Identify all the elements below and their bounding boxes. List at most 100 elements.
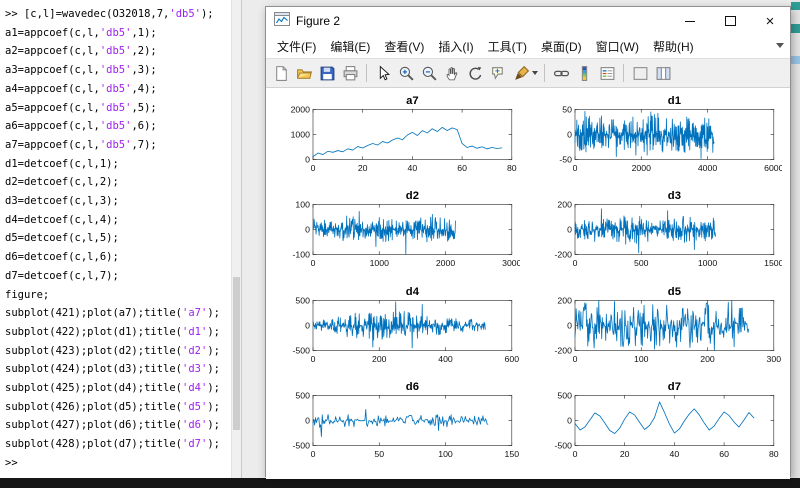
svg-text:80: 80 xyxy=(769,449,779,459)
menu-file[interactable]: 文件(F) xyxy=(270,38,323,55)
svg-text:0: 0 xyxy=(573,353,578,363)
save-figure-icon[interactable] xyxy=(317,62,337,84)
minimize-button[interactable] xyxy=(670,7,710,35)
svg-text:0: 0 xyxy=(305,155,310,165)
svg-text:d1: d1 xyxy=(668,95,681,107)
svg-text:150: 150 xyxy=(505,449,520,459)
svg-text:0: 0 xyxy=(311,258,316,268)
subplot-d1[interactable]: d1-500500200040006000 xyxy=(534,94,782,189)
svg-text:0: 0 xyxy=(305,225,310,235)
menu-insert[interactable]: 插入(I) xyxy=(431,38,480,55)
svg-text:2000: 2000 xyxy=(436,258,455,268)
menubar-dock-icon[interactable] xyxy=(776,43,784,48)
svg-text:-50: -50 xyxy=(559,155,572,165)
svg-text:20: 20 xyxy=(620,449,630,459)
figure-app-icon xyxy=(274,12,290,31)
figure-title: Figure 2 xyxy=(296,14,340,28)
svg-text:-500: -500 xyxy=(293,345,311,355)
subplot-d2[interactable]: d2-10001000100020003000 xyxy=(272,189,520,284)
taskbar xyxy=(0,478,800,488)
matlab-desktop: >> [c,l]=wavedec(O32018,7,'db5');a1=appc… xyxy=(0,0,800,488)
svg-text:1500: 1500 xyxy=(764,258,782,268)
svg-text:d4: d4 xyxy=(406,286,420,298)
svg-text:d3: d3 xyxy=(668,191,681,203)
svg-text:500: 500 xyxy=(557,390,572,400)
subplot-d4[interactable]: d4-50005000200400600 xyxy=(272,285,520,380)
menu-desktop[interactable]: 桌面(D) xyxy=(534,38,589,55)
svg-text:200: 200 xyxy=(372,353,387,363)
menu-window[interactable]: 窗口(W) xyxy=(589,38,646,55)
brush-dropdown-icon[interactable] xyxy=(532,71,538,75)
svg-text:400: 400 xyxy=(438,353,453,363)
svg-text:500: 500 xyxy=(295,295,310,305)
new-figure-icon[interactable] xyxy=(271,62,291,84)
rotate-3d-icon[interactable] xyxy=(465,62,485,84)
svg-text:200: 200 xyxy=(700,353,715,363)
brush-icon[interactable] xyxy=(511,62,531,84)
edit-plot-icon[interactable] xyxy=(373,62,393,84)
zoom-out-icon[interactable] xyxy=(419,62,439,84)
svg-text:a7: a7 xyxy=(406,95,419,107)
svg-text:0: 0 xyxy=(311,163,316,173)
show-plot-tools-icon[interactable] xyxy=(653,62,673,84)
hide-plot-tools-icon[interactable] xyxy=(630,62,650,84)
svg-text:6000: 6000 xyxy=(764,163,782,173)
menu-tools[interactable]: 工具(T) xyxy=(481,38,534,55)
subplot-d5[interactable]: d5-20002000100200300 xyxy=(534,285,782,380)
close-button[interactable]: × xyxy=(750,7,790,35)
subplot-d6[interactable]: d6-5000500050100150 xyxy=(272,380,520,475)
menu-edit[interactable]: 编辑(E) xyxy=(323,38,377,55)
svg-text:4000: 4000 xyxy=(698,163,717,173)
figure-toolbar xyxy=(266,58,790,88)
scrollbar-thumb[interactable] xyxy=(233,277,240,430)
open-file-icon[interactable] xyxy=(294,62,314,84)
svg-text:-500: -500 xyxy=(555,441,573,451)
command-window[interactable]: >> [c,l]=wavedec(O32018,7,'db5');a1=appc… xyxy=(0,0,242,478)
command-window-text: >> [c,l]=wavedec(O32018,7,'db5');a1=appc… xyxy=(5,5,228,473)
svg-text:500: 500 xyxy=(634,258,649,268)
svg-text:-200: -200 xyxy=(555,345,573,355)
pan-icon[interactable] xyxy=(442,62,462,84)
maximize-button[interactable] xyxy=(710,7,750,35)
svg-text:100: 100 xyxy=(634,353,649,363)
svg-text:50: 50 xyxy=(562,104,572,114)
svg-text:d6: d6 xyxy=(406,381,419,393)
toolbar-separator xyxy=(544,64,545,82)
svg-text:1000: 1000 xyxy=(698,258,717,268)
insert-colorbar-icon[interactable] xyxy=(574,62,594,84)
menu-view[interactable]: 查看(V) xyxy=(377,38,431,55)
svg-text:0: 0 xyxy=(311,449,316,459)
subplot-a7[interactable]: a7010002000020406080 xyxy=(272,94,520,189)
link-plot-icon[interactable] xyxy=(551,62,571,84)
brush-button[interactable] xyxy=(511,62,538,84)
svg-text:3000: 3000 xyxy=(502,258,520,268)
plots-grid: a7010002000020406080d1-50050020004000600… xyxy=(266,88,790,479)
svg-text:0: 0 xyxy=(573,258,578,268)
svg-text:60: 60 xyxy=(457,163,467,173)
figure-menubar: 文件(F) 编辑(E) 查看(V) 插入(I) 工具(T) 桌面(D) 窗口(W… xyxy=(266,35,790,58)
background-blue-block xyxy=(791,56,800,64)
svg-text:0: 0 xyxy=(305,320,310,330)
svg-text:40: 40 xyxy=(670,449,680,459)
svg-text:100: 100 xyxy=(438,449,453,459)
subplot-d3[interactable]: d3-2000200050010001500 xyxy=(534,189,782,284)
svg-text:300: 300 xyxy=(767,353,782,363)
zoom-in-icon[interactable] xyxy=(396,62,416,84)
svg-text:-100: -100 xyxy=(293,250,311,260)
svg-text:2000: 2000 xyxy=(632,163,651,173)
insert-legend-icon[interactable] xyxy=(597,62,617,84)
svg-text:0: 0 xyxy=(567,225,572,235)
data-cursor-icon[interactable] xyxy=(488,62,508,84)
background-teal-block xyxy=(791,24,800,33)
toolbar-separator xyxy=(623,64,624,82)
print-figure-icon[interactable] xyxy=(340,62,360,84)
svg-text:40: 40 xyxy=(408,163,418,173)
menu-help[interactable]: 帮助(H) xyxy=(646,38,701,55)
command-window-scrollbar[interactable] xyxy=(231,0,241,478)
svg-text:600: 600 xyxy=(505,353,520,363)
svg-text:200: 200 xyxy=(557,295,572,305)
subplot-d7[interactable]: d7-5000500020406080 xyxy=(534,380,782,475)
figure-titlebar[interactable]: Figure 2 × xyxy=(266,7,790,35)
svg-text:0: 0 xyxy=(567,320,572,330)
svg-text:0: 0 xyxy=(573,163,578,173)
